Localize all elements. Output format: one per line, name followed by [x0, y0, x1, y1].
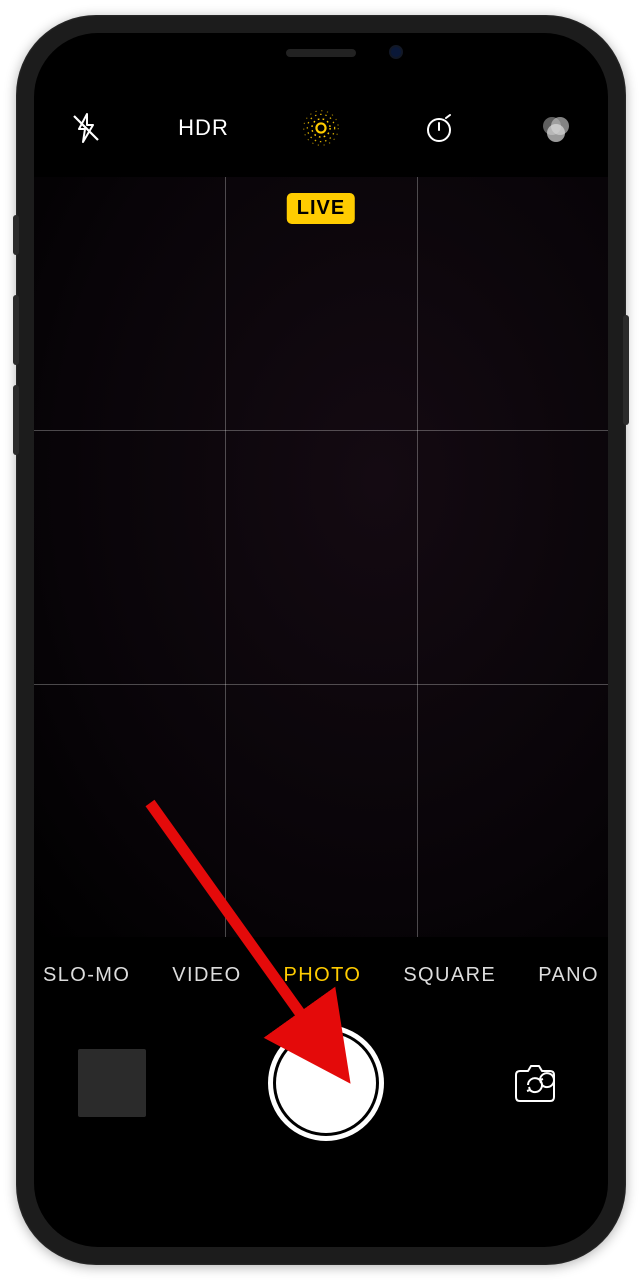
live-photo-icon [301, 108, 341, 148]
mode-photo[interactable]: PHOTO [284, 964, 362, 987]
flash-off-icon [69, 111, 103, 145]
switch-camera-button[interactable] [506, 1059, 564, 1107]
grid-line [417, 177, 418, 937]
grid-line [34, 430, 608, 431]
phone-frame: HDR [16, 15, 626, 1265]
timer-toggle[interactable] [415, 104, 463, 152]
mode-video[interactable]: VIDEO [172, 964, 241, 987]
flash-toggle[interactable] [62, 104, 110, 152]
camera-mode-selector[interactable]: SLO-MO VIDEO PHOTO SQUARE PANO [34, 953, 608, 997]
mode-pano[interactable]: PANO [538, 964, 599, 987]
volume-down-button [13, 385, 19, 455]
notch [181, 33, 461, 73]
side-button [13, 215, 19, 255]
power-button [623, 315, 629, 425]
grid-line [225, 177, 226, 937]
switch-camera-icon [510, 1063, 560, 1103]
camera-viewfinder[interactable]: LIVE [34, 177, 608, 937]
front-camera [389, 45, 403, 59]
live-photo-toggle[interactable] [297, 104, 345, 152]
mode-slo-mo[interactable]: SLO-MO [43, 964, 130, 987]
speaker [286, 49, 356, 57]
grid-line [34, 684, 608, 685]
last-photo-thumbnail[interactable] [78, 1049, 146, 1117]
volume-up-button [13, 295, 19, 365]
camera-top-toolbar: HDR [34, 93, 608, 163]
hdr-toggle[interactable]: HDR [180, 104, 228, 152]
filters-toggle[interactable] [532, 104, 580, 152]
shutter-button[interactable] [276, 1033, 376, 1133]
camera-bottom-controls [34, 1008, 608, 1158]
live-badge: LIVE [287, 193, 355, 224]
mode-square[interactable]: SQUARE [403, 964, 496, 987]
timer-icon [423, 112, 455, 144]
filters-icon [539, 111, 573, 145]
screen: HDR [34, 33, 608, 1247]
